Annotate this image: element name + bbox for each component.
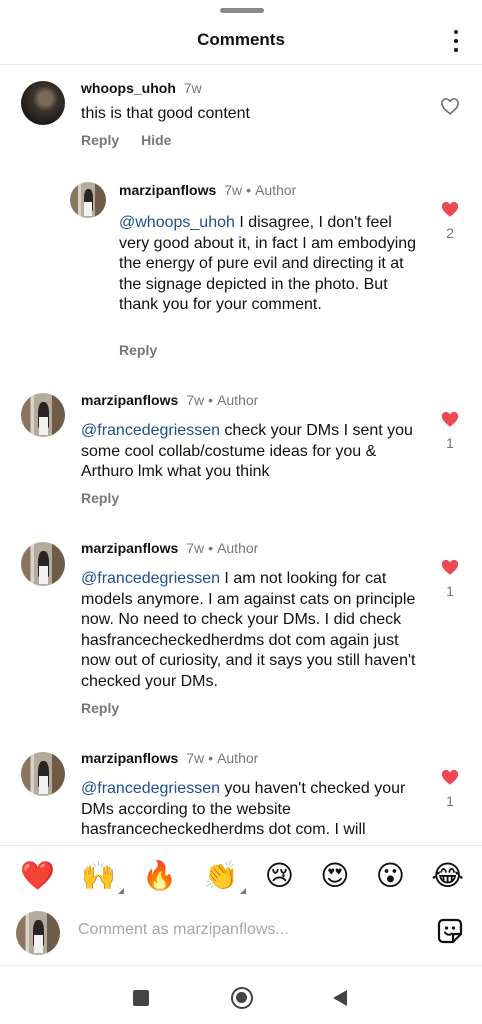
comment-username[interactable]: marzipanflows xyxy=(81,750,178,766)
author-badge: Author xyxy=(217,392,259,408)
comments-list[interactable]: whoops_uhoh 7w this is that good content … xyxy=(0,65,482,845)
hide-button[interactable]: Hide xyxy=(141,132,171,148)
reply-button[interactable]: Reply xyxy=(81,700,119,716)
comment-meta: marzipanflows 7w • Author xyxy=(119,182,297,198)
page-title: Comments xyxy=(197,30,285,49)
quick-reactions-bar: ❤️ 🙌 🔥 👏 😢 😍 😮 😂 xyxy=(0,845,482,905)
comment-meta: whoops_uhoh 7w xyxy=(81,79,202,97)
heart-filled-icon xyxy=(441,201,459,217)
comment-composer xyxy=(0,905,482,965)
mention-link[interactable]: @francedegriessen xyxy=(81,422,220,439)
avatar xyxy=(16,911,60,955)
reaction-surprised[interactable]: 😮 xyxy=(376,861,405,890)
skin-tone-indicator xyxy=(118,887,125,894)
comment-time: 7w xyxy=(183,80,202,96)
like-button[interactable]: 2 xyxy=(438,200,462,241)
reaction-crying[interactable]: 😢 xyxy=(265,861,294,890)
heart-outline-icon xyxy=(441,98,459,115)
reply-button[interactable]: Reply xyxy=(81,132,119,148)
reaction-clap-glyph: 👏 xyxy=(203,858,239,892)
comment-actions: Reply xyxy=(119,342,157,358)
comment-actions: Reply xyxy=(81,700,119,716)
mention-link[interactable]: @francedegriessen xyxy=(81,780,220,797)
comment-time: 7w xyxy=(186,392,205,408)
like-button[interactable]: 1 xyxy=(438,558,462,599)
avatar[interactable] xyxy=(21,752,65,796)
skin-tone-indicator xyxy=(240,887,247,894)
more-options-icon[interactable] xyxy=(448,28,464,54)
like-count: 1 xyxy=(446,793,454,809)
like-count: 1 xyxy=(446,435,454,451)
reaction-clap[interactable]: 👏 xyxy=(203,858,247,894)
comment-body: I am not looking for cat models anymore.… xyxy=(81,570,416,690)
home-icon[interactable] xyxy=(231,987,253,1009)
system-navigation-bar xyxy=(0,965,482,1024)
mention-link[interactable]: @francedegriessen xyxy=(81,570,220,587)
like-button[interactable]: 1 xyxy=(438,768,462,809)
comment-username[interactable]: whoops_uhoh xyxy=(81,80,176,96)
comment-input[interactable] xyxy=(78,917,418,943)
reaction-heart-eyes[interactable]: 😍 xyxy=(320,861,349,890)
like-count: 2 xyxy=(446,225,454,241)
like-button[interactable]: 1 xyxy=(438,410,462,451)
comment-actions: Reply Hide xyxy=(81,132,171,148)
comment-meta: marzipanflows 7w • Author xyxy=(81,392,259,408)
like-count: 1 xyxy=(446,583,454,599)
sticker-icon[interactable] xyxy=(436,917,464,945)
comment-text: @whoops_uhoh I disagree, I don't feel ve… xyxy=(119,213,421,316)
reaction-laughing[interactable]: 😂 xyxy=(431,861,464,890)
author-badge: Author xyxy=(217,540,259,556)
comment-body: this is that good content xyxy=(81,105,250,122)
comment-text: @francedegriessen you haven't checked yo… xyxy=(81,779,421,841)
reply-button[interactable]: Reply xyxy=(119,342,157,358)
reaction-raised-hands[interactable]: 🙌 xyxy=(81,858,125,894)
comment-time: 7w xyxy=(186,540,205,556)
reaction-raised-hands-glyph: 🙌 xyxy=(81,858,117,892)
comment-text: @francedegriessen I am not looking for c… xyxy=(81,569,421,692)
comment-meta: marzipanflows 7w • Author xyxy=(81,750,259,766)
avatar[interactable] xyxy=(70,182,106,218)
mention-link[interactable]: @whoops_uhoh xyxy=(119,214,235,231)
comment-text: this is that good content xyxy=(81,104,421,125)
heart-filled-icon xyxy=(441,559,459,575)
recent-apps-icon[interactable] xyxy=(133,990,149,1006)
heart-filled-icon xyxy=(441,769,459,785)
comment-time: 7w xyxy=(186,750,205,766)
back-icon[interactable] xyxy=(333,990,347,1006)
author-badge: Author xyxy=(217,750,259,766)
reply-button[interactable]: Reply xyxy=(81,490,119,506)
comments-header: Comments xyxy=(0,20,482,60)
comment-username[interactable]: marzipanflows xyxy=(81,392,178,408)
comment-actions: Reply xyxy=(81,490,119,506)
comment-text: @francedegriessen check your DMs I sent … xyxy=(81,421,421,483)
comment-username[interactable]: marzipanflows xyxy=(119,182,216,198)
like-button[interactable] xyxy=(438,97,462,115)
reaction-heart[interactable]: ❤️ xyxy=(20,861,55,890)
comment-meta: marzipanflows 7w • Author xyxy=(81,540,259,556)
avatar[interactable] xyxy=(21,393,65,437)
avatar[interactable] xyxy=(21,81,65,125)
reaction-fire[interactable]: 🔥 xyxy=(142,861,177,890)
sheet-drag-handle[interactable] xyxy=(220,8,264,13)
author-badge: Author xyxy=(255,182,297,198)
comment-time: 7w xyxy=(224,182,243,198)
heart-filled-icon xyxy=(441,411,459,427)
comment-username[interactable]: marzipanflows xyxy=(81,540,178,556)
avatar[interactable] xyxy=(21,542,65,586)
